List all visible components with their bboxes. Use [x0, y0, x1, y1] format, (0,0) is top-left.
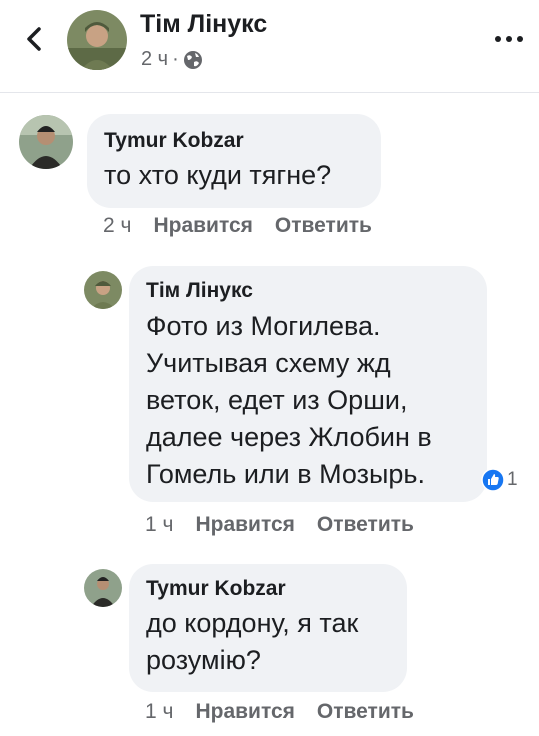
- comment-time[interactable]: 1 ч: [145, 513, 173, 537]
- reply-avatar[interactable]: [84, 569, 122, 607]
- globe-icon: [183, 50, 202, 69]
- comment-time[interactable]: 1 ч: [145, 700, 173, 724]
- comment-line: розумію?: [146, 645, 261, 675]
- reply-avatar[interactable]: [84, 271, 122, 309]
- more-dots-icon[interactable]: [494, 34, 524, 44]
- comment-line: веток, едет из Орши,: [146, 385, 408, 415]
- post-meta: 2 ч ·: [141, 48, 203, 71]
- reply-bubble: Tymur Kobzar до кордону, я так розумію?: [129, 564, 407, 692]
- reply-button[interactable]: Ответить: [317, 700, 414, 724]
- reply-bubble: Тім Лінукс Фото из Могилева. Учитывая сх…: [129, 266, 487, 502]
- reaction-count[interactable]: 1: [481, 468, 518, 492]
- comment-author[interactable]: Tymur Kobzar: [146, 577, 407, 601]
- like-thumb-icon: [481, 468, 505, 492]
- comment-line: Учитывая схему жд: [146, 348, 391, 378]
- comment-line: далее через Жлобин в: [146, 422, 432, 452]
- comment-line: Фото из Могилева.: [146, 311, 381, 341]
- comment-author[interactable]: Тім Лінукс: [146, 279, 487, 303]
- comment-actions: 1 ч Нравится Ответить: [145, 513, 414, 537]
- post-header: Тім Лінукс 2 ч ·: [0, 0, 539, 93]
- comment-actions: 2 ч Нравится Ответить: [103, 214, 372, 238]
- comment-author[interactable]: Tymur Kobzar: [104, 129, 381, 153]
- commenter-avatar[interactable]: [19, 115, 73, 169]
- comment-line: до кордону, я так: [146, 608, 359, 638]
- comment-line: то хто куди тягне?: [104, 160, 332, 190]
- comment-actions: 1 ч Нравится Ответить: [145, 700, 414, 724]
- reaction-count-value: 1: [507, 469, 518, 490]
- author-avatar[interactable]: [67, 10, 127, 70]
- reply-button[interactable]: Ответить: [317, 513, 414, 537]
- chevron-left-icon[interactable]: [20, 24, 50, 54]
- comment-line: Гомель или в Мозырь.: [146, 459, 425, 489]
- meta-separator: ·: [172, 48, 179, 70]
- post-author-name[interactable]: Тім Лінукс: [140, 10, 267, 39]
- like-button[interactable]: Нравится: [195, 513, 294, 537]
- like-button[interactable]: Нравится: [153, 214, 252, 238]
- like-button[interactable]: Нравится: [195, 700, 294, 724]
- post-time[interactable]: 2 ч: [141, 48, 168, 71]
- comment-bubble: Tymur Kobzar то хто куди тягне?: [87, 114, 381, 208]
- comment-time[interactable]: 2 ч: [103, 214, 131, 238]
- reply-button[interactable]: Ответить: [275, 214, 372, 238]
